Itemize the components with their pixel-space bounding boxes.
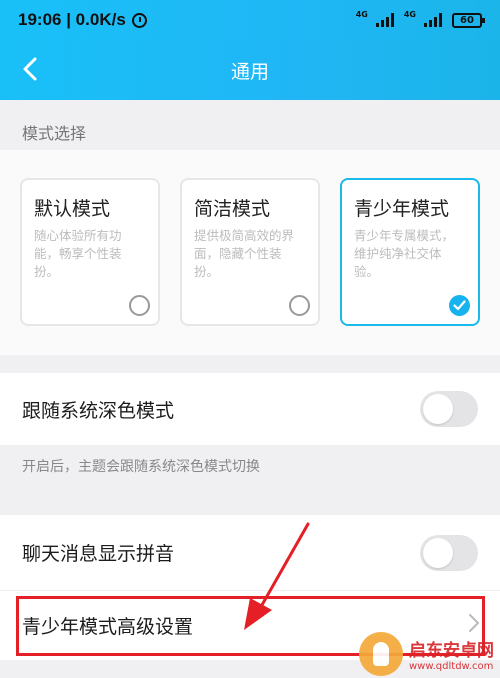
- dark-mode-hint: 开启后，主题会跟随系统深色模式切换: [22, 459, 260, 475]
- pinyin-label: 聊天消息显示拼音: [22, 543, 175, 565]
- signal-icon: [375, 13, 394, 27]
- dark-mode-label: 跟随系统深色模式: [22, 399, 175, 422]
- toggle-knob: [423, 537, 453, 568]
- dark-mode-row[interactable]: 跟随系统深色模式: [0, 373, 500, 445]
- mode-description: 青少年专属模式，维护纯净社交体验。: [354, 228, 455, 279]
- watermark-url: www.qdltdw.com: [409, 661, 494, 672]
- mode-title: 简洁模式: [194, 198, 271, 220]
- mode-section-label: 模式选择: [22, 124, 87, 143]
- mode-card-simple[interactable]: 简洁模式 提供极简高效的界面，隐藏个性装扮。: [180, 178, 320, 326]
- mode-card-teen[interactable]: 青少年模式 青少年专属模式，维护纯净社交体验。: [340, 178, 480, 326]
- mode-description: 随心体验所有功能，畅享个性装扮。: [34, 228, 122, 279]
- network-type-1: 4G: [355, 9, 368, 19]
- status-icons: 4G 4G 60: [355, 9, 485, 28]
- mode-card-default[interactable]: 默认模式 随心体验所有功能，畅享个性装扮。: [20, 178, 160, 326]
- network-type-2: 4G: [403, 9, 416, 19]
- status-bar: 19:06 | 0.0K/s 4G 4G 60: [0, 0, 500, 40]
- alarm-icon: [131, 12, 147, 28]
- mode-description: 提供极简高效的界面，隐藏个性装扮。: [194, 228, 295, 279]
- mode-selection-panel: 默认模式 随心体验所有功能，畅享个性装扮。 简洁模式 提供极简高效的界面，隐藏个…: [0, 150, 500, 355]
- battery-icon: 60: [452, 12, 485, 28]
- pinyin-toggle[interactable]: [420, 534, 478, 571]
- dark-mode-toggle[interactable]: [420, 391, 478, 427]
- annotation-arrow-icon: [244, 522, 310, 630]
- mode-title: 青少年模式: [354, 198, 450, 220]
- checkmark-icon: [453, 300, 466, 311]
- radio-button[interactable]: [289, 295, 310, 316]
- app-header: 通用: [0, 40, 500, 100]
- status-time: 19:06 | 0.0K/s: [18, 10, 126, 30]
- toggle-knob: [423, 394, 453, 424]
- back-arrow-icon[interactable]: [18, 56, 44, 82]
- signal-icon-2: [424, 13, 442, 27]
- watermark-text: 启东安卓网 www.qdltdw.com: [409, 636, 494, 672]
- watermark: 启东安卓网 www.qdltdw.com: [359, 632, 494, 676]
- watermark-name: 启东安卓网: [409, 641, 494, 661]
- radio-button-checked[interactable]: [449, 295, 470, 316]
- radio-button[interactable]: [129, 295, 150, 316]
- clock-text: 19:06: [18, 10, 62, 29]
- battery-level: 60: [460, 14, 474, 26]
- page-title: 通用: [230, 60, 269, 83]
- watermark-logo-icon: [359, 632, 403, 676]
- network-speed: | 0.0K/s: [61, 10, 126, 29]
- mode-title: 默认模式: [34, 198, 111, 220]
